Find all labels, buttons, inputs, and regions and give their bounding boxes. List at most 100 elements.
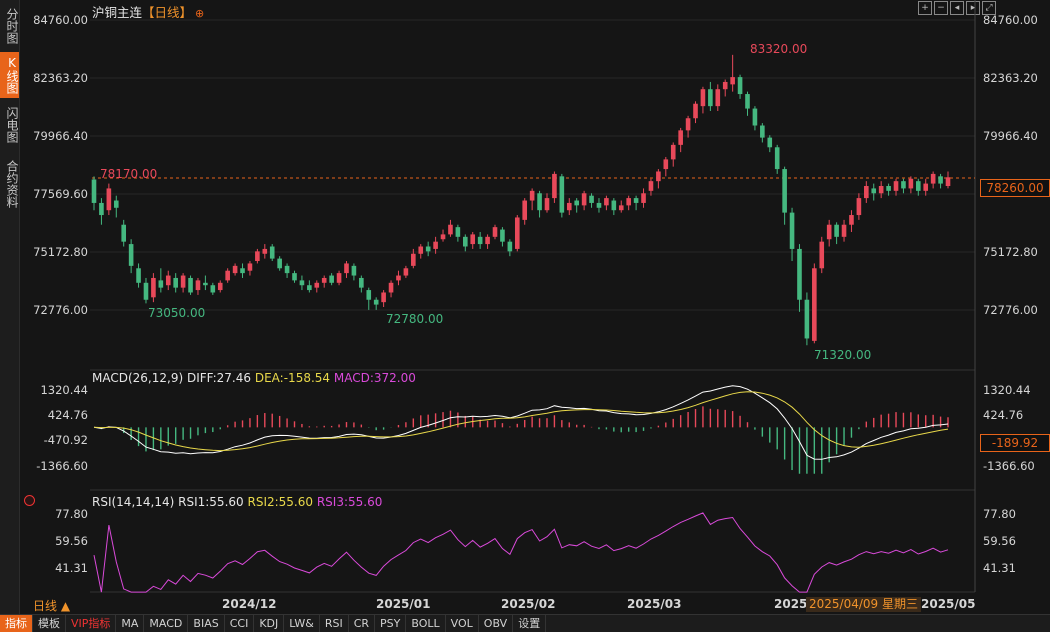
candle-body	[893, 181, 899, 191]
indicator-obv[interactable]: OBV	[479, 615, 514, 632]
template-tab[interactable]: 模板	[33, 615, 66, 632]
candle-body	[700, 89, 706, 107]
candle-body	[425, 246, 431, 252]
candle-body	[522, 200, 528, 220]
candle-body	[240, 268, 245, 274]
macd-tick-right: -1366.60	[983, 459, 1035, 473]
tab-flash-chart[interactable]: 闪电图	[0, 102, 19, 148]
candle-body	[128, 244, 134, 266]
cursor-date-tooltip: 2025/04/09 星期三	[806, 597, 921, 612]
candle-body	[165, 275, 171, 286]
candle-body	[678, 130, 683, 145]
tab-time-chart[interactable]: 分时图	[0, 4, 19, 48]
tab-contract-info[interactable]: 合约资料	[0, 154, 19, 214]
candle-body	[915, 181, 921, 191]
indicator-tab[interactable]: 指标	[0, 615, 33, 632]
rsi-toggle-icon[interactable]	[24, 495, 35, 506]
price-tick-left: 84760.00	[33, 13, 88, 27]
candle-body	[403, 268, 409, 276]
period-select[interactable]: 日线 ▲	[33, 597, 70, 614]
candle-body	[930, 173, 936, 184]
indicator-bar: 指标 模板 VIP指标 MA MACD BIAS CCI KDJ LW& RSI…	[0, 614, 1050, 632]
time-tick: 2025/05	[921, 597, 975, 611]
price-tick-left: 77569.60	[33, 187, 88, 201]
indicator-rsi[interactable]: RSI	[320, 615, 349, 632]
indicator-bias[interactable]: BIAS	[188, 615, 225, 632]
sidebar: 分时图 K线图 闪电图 合约资料	[0, 0, 20, 631]
candle-body	[411, 253, 416, 266]
high-label: 83320.00	[750, 42, 807, 56]
candle-body	[856, 198, 862, 216]
macd-tick: -470.92	[44, 433, 88, 447]
candle-body	[529, 190, 535, 201]
candle-body	[804, 299, 810, 339]
candle-body	[767, 137, 773, 148]
price-tick-right: 75172.80	[983, 245, 1038, 259]
rsi-tick-right: 77.80	[983, 507, 1016, 521]
price-axis-right: 84760.00 82363.20 79966.40 75172.80 7277…	[983, 13, 1038, 317]
tab-kline-chart[interactable]: K线图	[0, 52, 19, 98]
candle-body	[351, 265, 357, 276]
candle-body	[292, 273, 297, 281]
candle-body	[173, 277, 178, 288]
candle-body	[566, 202, 572, 211]
candle-body	[203, 282, 208, 286]
candle-body	[730, 77, 735, 85]
candle-body	[908, 178, 914, 189]
rsi-tick-right: 41.31	[983, 561, 1016, 575]
candle-body	[91, 179, 97, 203]
candle-body	[247, 263, 253, 271]
indicator-boll[interactable]: BOLL	[406, 615, 446, 632]
candle-body	[760, 125, 765, 138]
candle-body	[559, 176, 565, 213]
price-tick-right: 84760.00	[983, 13, 1038, 27]
candle-body	[782, 169, 787, 213]
indicator-lw[interactable]: LW&	[284, 615, 320, 632]
candle-body	[507, 241, 513, 252]
indicator-cci[interactable]: CCI	[225, 615, 255, 632]
marked-price-label: 78170.00	[100, 167, 157, 181]
candle-body	[314, 282, 320, 288]
candle-body	[143, 282, 149, 300]
candle-body	[604, 198, 609, 206]
candlestick-series	[91, 54, 951, 346]
rsi-tick-right: 59.56	[983, 534, 1016, 548]
candle-body	[136, 268, 141, 283]
macd-tick-right: 424.76	[983, 408, 1023, 422]
candle-body	[418, 246, 424, 254]
candle-body	[626, 198, 631, 206]
candle-body	[188, 277, 193, 293]
indicator-cr[interactable]: CR	[349, 615, 376, 632]
candle-body	[752, 108, 758, 126]
candle-body	[121, 224, 127, 242]
indicator-ma[interactable]: MA	[116, 615, 145, 632]
candle-body	[500, 229, 505, 242]
candle-body	[901, 181, 906, 189]
rsi-series	[93, 512, 949, 593]
candle-body	[633, 198, 639, 203]
candle-body	[618, 205, 624, 211]
indicator-kdj[interactable]: KDJ	[254, 615, 285, 632]
candle-body	[470, 234, 476, 245]
vip-indicator-button[interactable]: VIP指标	[66, 615, 117, 632]
indicator-psy[interactable]: PSY	[375, 615, 407, 632]
indicator-vol[interactable]: VOL	[446, 615, 479, 632]
candle-body	[269, 246, 275, 259]
candle-body	[307, 285, 312, 291]
candle-body	[552, 173, 557, 199]
candle-body	[232, 265, 238, 274]
price-tick-left: 72776.00	[33, 303, 88, 317]
macd-legend-name: MACD(26,12,9)	[92, 371, 184, 385]
candle-body	[670, 144, 676, 160]
price-tick-left: 79966.40	[33, 129, 88, 143]
settings-button[interactable]: 设置	[513, 615, 547, 632]
low-label: 73050.00	[148, 306, 205, 320]
candle-body	[871, 188, 877, 194]
price-tick-left: 82363.20	[33, 71, 88, 85]
macd-value: MACD:372.00	[333, 371, 416, 385]
current-price-badge: 78260.00	[980, 179, 1050, 197]
indicator-macd[interactable]: MACD	[144, 615, 189, 632]
candle-body	[381, 292, 386, 303]
candle-body	[774, 147, 780, 170]
kline-chart[interactable]: 84760.00 82363.20 79966.40 77569.60 7517…	[19, 0, 1050, 614]
